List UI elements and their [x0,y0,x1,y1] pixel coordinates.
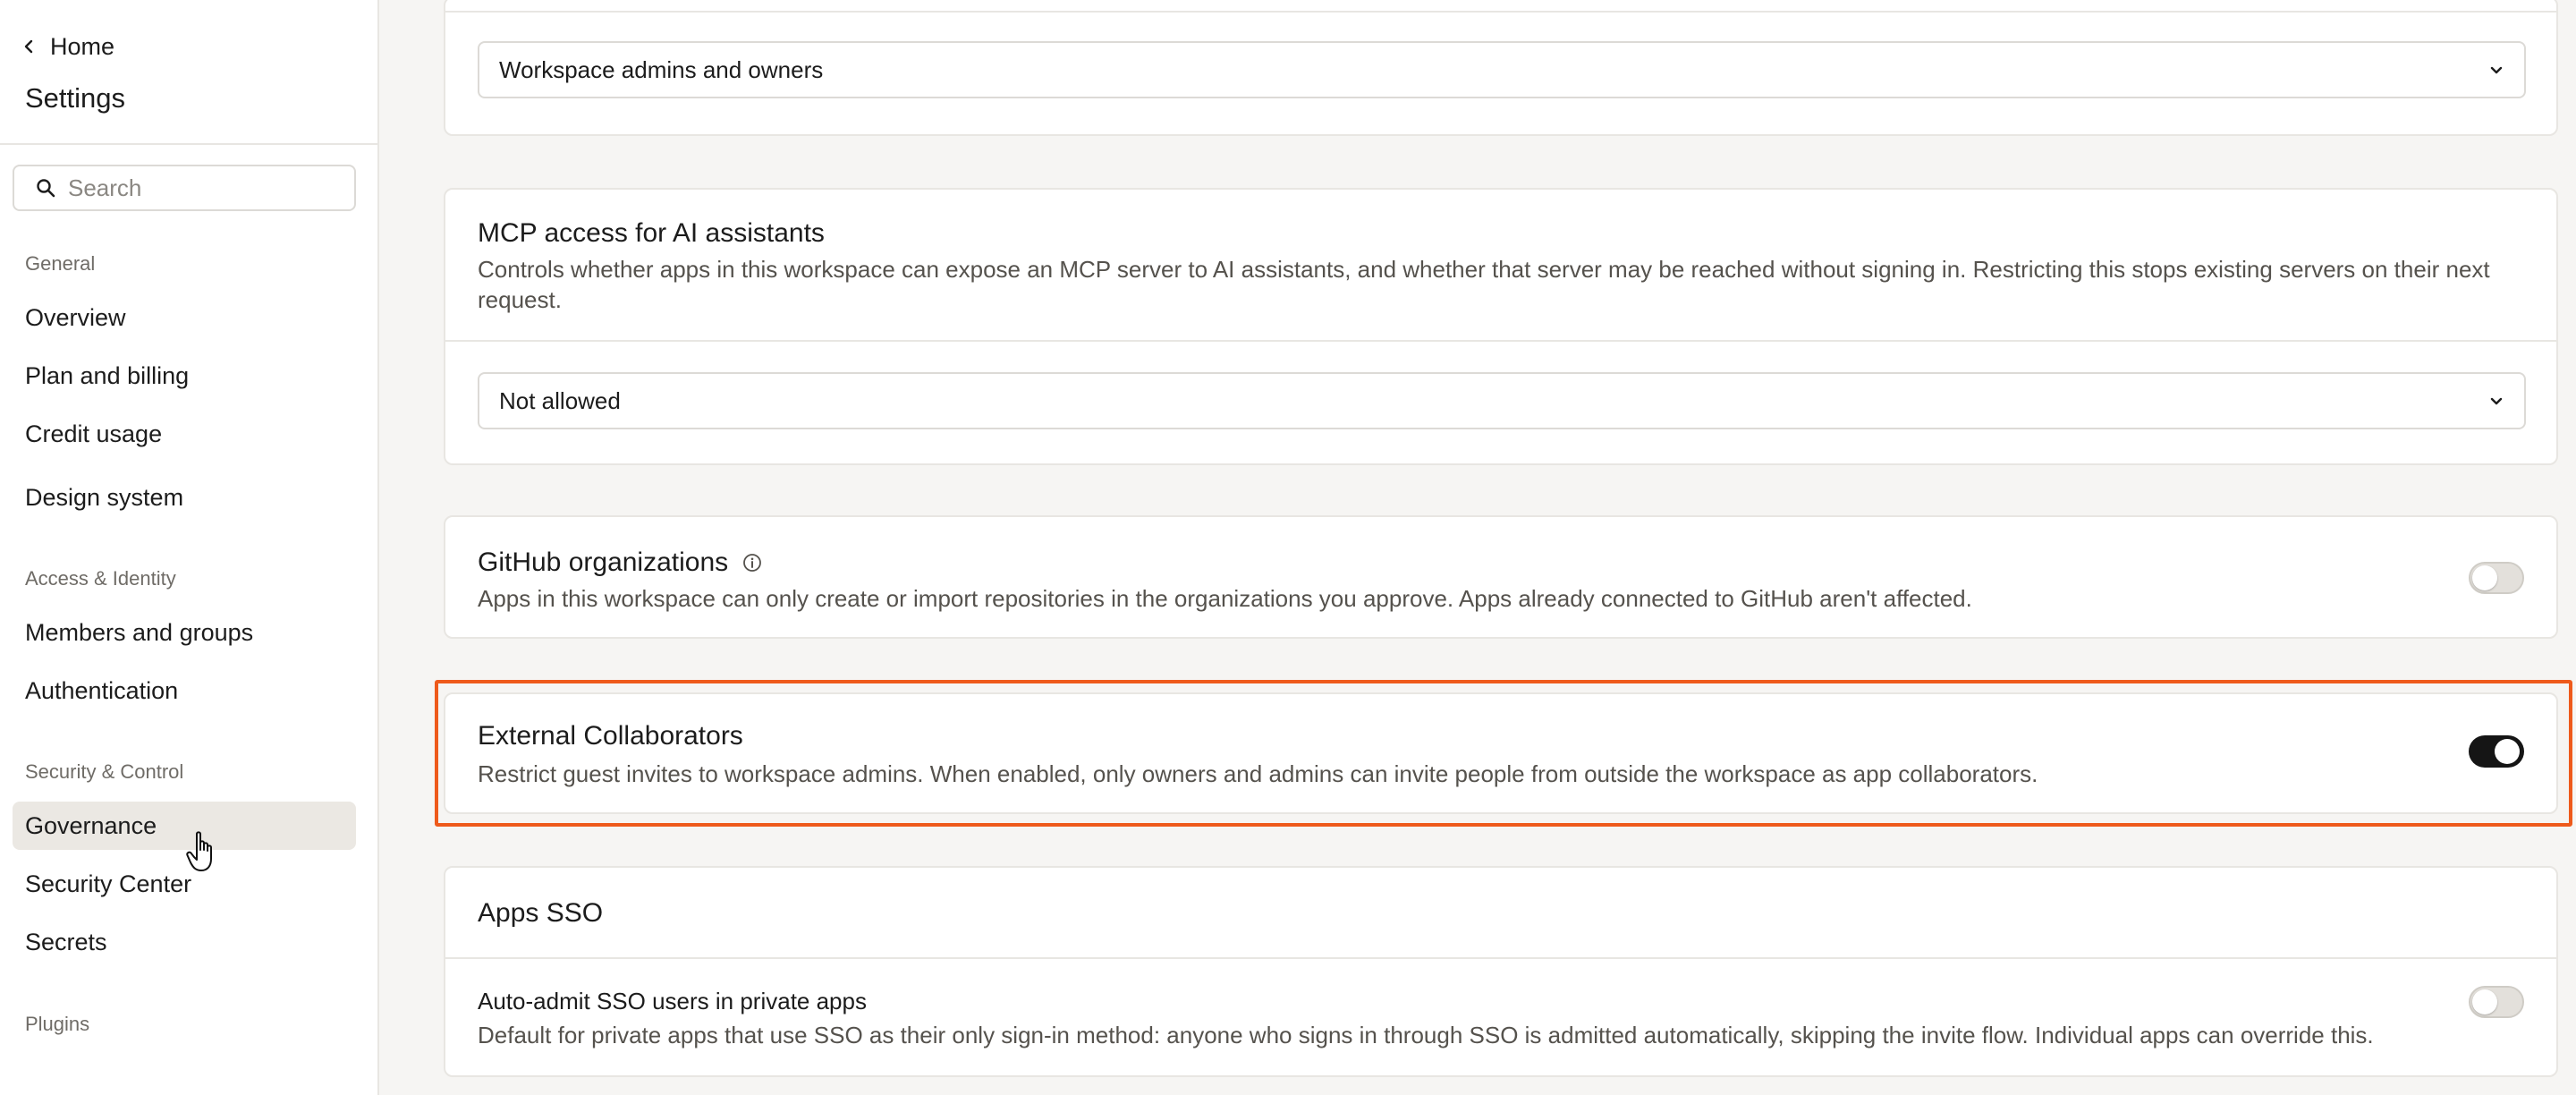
mcp-access-select[interactable]: Not allowed [478,372,2526,429]
github-organizations-title: GitHub organizations [478,548,729,577]
access-level-value: Workspace admins and owners [499,55,824,83]
chevron-down-icon [2490,66,2503,74]
group-label-access-identity: Access & Identity [25,567,176,590]
group-label-plugins: Plugins [25,1013,90,1035]
home-link[interactable]: Home [21,29,114,64]
home-label: Home [50,32,115,60]
toggle-knob [2472,989,2497,1014]
sidebar-item-governance[interactable]: Governance [13,802,356,850]
sidebar: Home Settings General Overview Plan and … [0,0,379,1095]
mcp-access-title: MCP access for AI assistants [478,218,825,248]
group-label-security-control: Security & Control [25,760,184,783]
mcp-access-description: Controls whether apps in this workspace … [478,256,2490,313]
chevron-left-icon [24,39,33,54]
search-input[interactable] [68,174,336,202]
apps-sso-card: Apps SSO Auto-admit SSO users in private… [444,866,2558,1077]
sidebar-item-authentication[interactable]: Authentication [13,666,356,715]
github-organizations-toggle[interactable] [2469,562,2524,594]
auto-admit-sso-toggle[interactable] [2469,986,2524,1018]
auto-admit-sso-title: Auto-admit SSO users in private apps [478,988,867,1014]
highlight-outline [435,680,2572,827]
sidebar-item-credit-usage[interactable]: Credit usage [13,410,356,458]
github-organizations-card: GitHub organizations Apps in this worksp… [444,515,2558,639]
github-organizations-title-row: GitHub organizations [478,548,762,578]
github-organizations-description: Apps in this workspace can only create o… [478,585,1972,612]
access-level-select[interactable]: Workspace admins and owners [478,41,2526,98]
access-card: Workspace admins and owners [444,0,2558,136]
sidebar-item-secrets[interactable]: Secrets [13,918,356,966]
sidebar-item-plan-and-billing[interactable]: Plan and billing [13,352,356,400]
chevron-down-icon [2490,397,2503,405]
card-divider [445,11,2556,13]
sidebar-item-overview[interactable]: Overview [13,293,356,342]
settings-title: Settings [25,82,126,114]
search-box [13,165,356,211]
sidebar-item-members-and-groups[interactable]: Members and groups [13,608,356,657]
search-icon [37,179,55,198]
sidebar-item-security-center[interactable]: Security Center [13,860,356,908]
apps-sso-title: Apps SSO [478,898,604,928]
group-label-general: General [25,252,96,275]
sidebar-divider [0,143,377,145]
info-icon[interactable] [742,553,762,573]
toggle-knob [2472,565,2497,590]
mcp-access-card: MCP access for AI assistants Controls wh… [444,188,2558,465]
main-content: Workspace admins and owners MCP access f… [379,0,2576,1095]
hand-pointer-icon [186,831,212,871]
card-divider [445,340,2556,342]
auto-admit-sso-description: Default for private apps that use SSO as… [478,1022,2374,1048]
card-divider [445,957,2556,959]
sidebar-item-design-system[interactable]: Design system [13,473,356,522]
mcp-access-value: Not allowed [499,386,621,414]
